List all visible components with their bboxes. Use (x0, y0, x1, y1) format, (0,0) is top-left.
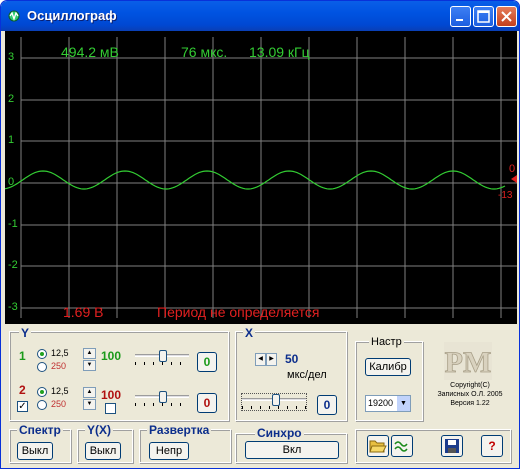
frequency-readout: 13.09 кГц (249, 44, 310, 60)
pm-logo-text: PM (445, 346, 492, 379)
ch2-spin-up[interactable]: ▲ (83, 387, 96, 398)
close-icon (501, 11, 512, 22)
y-label-3: 3 (8, 51, 15, 63)
wave-icon (394, 441, 408, 452)
ch2-invert-checkbox[interactable] (105, 403, 116, 414)
baud-rate-value: 19200 (368, 398, 394, 408)
channel-2-label: 2 (19, 383, 26, 397)
ch1-spin-down[interactable]: ▼ (83, 360, 96, 371)
title-bar[interactable]: Осциллограф (1, 1, 519, 31)
oscilloscope-window: Осциллограф 3 2 1 0 -1 -2 -3 494.2 мВ 76… (0, 0, 520, 469)
ch2-slider[interactable] (135, 391, 189, 409)
sync-toggle-button[interactable]: Вкл (245, 441, 339, 459)
period-status: Период не определяется (157, 304, 320, 320)
ch1-slider[interactable] (135, 350, 189, 368)
channel-1-label: 1 (19, 349, 26, 363)
sync-title: Синхро (255, 426, 304, 440)
ch2-spin-down[interactable]: ▼ (83, 399, 96, 410)
baud-rate-select[interactable]: 19200 ▼ (365, 395, 411, 412)
settings-group-title: Настр (369, 336, 404, 348)
ch1-spin-up[interactable]: ▲ (83, 348, 96, 359)
x-position-slider[interactable] (241, 393, 307, 411)
signal-mode-button[interactable] (391, 435, 413, 457)
control-panel: Y 1 12,5 250 ▲ ▼ 100 0 2 ✓ 12,5 250 ▲ ▼ … (5, 325, 517, 465)
app-icon (8, 10, 20, 22)
save-icon (445, 439, 459, 453)
close-button[interactable] (496, 6, 517, 27)
xy-toggle-button[interactable]: Выкл (85, 442, 121, 460)
chevron-down-icon: ▼ (397, 396, 410, 411)
maximize-button[interactable] (473, 6, 494, 27)
ch2-option-12-5: 12,5 (51, 386, 69, 396)
version-label: Версия 1.22 (450, 400, 490, 407)
signal-trace (5, 170, 506, 190)
y-group-title: Y (19, 326, 32, 340)
y-label-1: 1 (8, 134, 15, 146)
xy-title: Y(X) (85, 423, 113, 437)
scope-grid (5, 37, 517, 318)
ch2-radio-250[interactable] (37, 400, 47, 410)
time-readout: 76 мкс. (181, 44, 228, 60)
spectrum-toggle-button[interactable]: Выкл (17, 442, 53, 460)
spectrum-title: Спектр (17, 423, 63, 437)
y-label-neg1: -1 (8, 218, 18, 230)
help-button[interactable]: ? (481, 435, 503, 457)
window-title: Осциллограф (27, 8, 117, 23)
pm-logo: PM (444, 342, 492, 380)
ch1-option-250: 250 (51, 361, 67, 371)
ch1-radio-250[interactable] (37, 362, 47, 372)
ch1-option-12-5: 12,5 (51, 348, 69, 358)
ch2-radio-12-5[interactable] (37, 387, 47, 397)
y-label-2: 2 (8, 93, 15, 105)
ch2-value: 100 (101, 388, 122, 402)
ch1-value: 100 (101, 349, 122, 363)
ch1-radio-12-5[interactable] (37, 349, 47, 359)
x-scale-left[interactable]: ◀ (255, 353, 266, 366)
ch2-enable-checkbox[interactable]: ✓ (17, 401, 28, 412)
open-file-button[interactable] (367, 435, 389, 457)
about-panel: PM Copyright(C) Записных О.Л. 2005 Верси… (430, 340, 510, 414)
y-label-neg2: -2 (8, 259, 18, 271)
amplitude-readout: 1.69 В (63, 304, 104, 320)
x-group-title: X (243, 326, 256, 340)
voltage-readout: 494.2 мВ (61, 44, 119, 60)
save-button[interactable] (441, 435, 463, 457)
sweep-title: Развертка (147, 423, 212, 437)
oscilloscope-screen: 3 2 1 0 -1 -2 -3 494.2 мВ 76 мкс. 13.09 … (5, 31, 517, 324)
sweep-mode-button[interactable]: Непр (149, 442, 189, 460)
trigger-marker (511, 175, 517, 183)
offset-marker-label: -13 (498, 190, 513, 201)
y-label-0: 0 (8, 176, 15, 188)
x-scale-unit: мкс/дел (287, 369, 327, 381)
y-label-neg3: -3 (8, 301, 18, 313)
folder-open-icon (369, 440, 387, 453)
maximize-icon (477, 10, 490, 23)
calibrate-button[interactable]: Калибр (365, 358, 411, 376)
x-scale-value: 50 (285, 352, 299, 366)
x-scale-right[interactable]: ▶ (266, 353, 277, 366)
trigger-marker-label: 0 (509, 163, 516, 175)
ch2-offset-button[interactable]: 0 (197, 393, 217, 413)
ch1-offset-button[interactable]: 0 (197, 352, 217, 372)
minimize-button[interactable] (450, 6, 471, 27)
copyright-line-1: Copyright(C) (450, 382, 490, 389)
minimize-icon (456, 19, 463, 21)
copyright-line-2: Записных О.Л. 2005 (437, 391, 503, 398)
x-offset-button[interactable]: 0 (317, 395, 337, 415)
ch2-option-250: 250 (51, 399, 67, 409)
